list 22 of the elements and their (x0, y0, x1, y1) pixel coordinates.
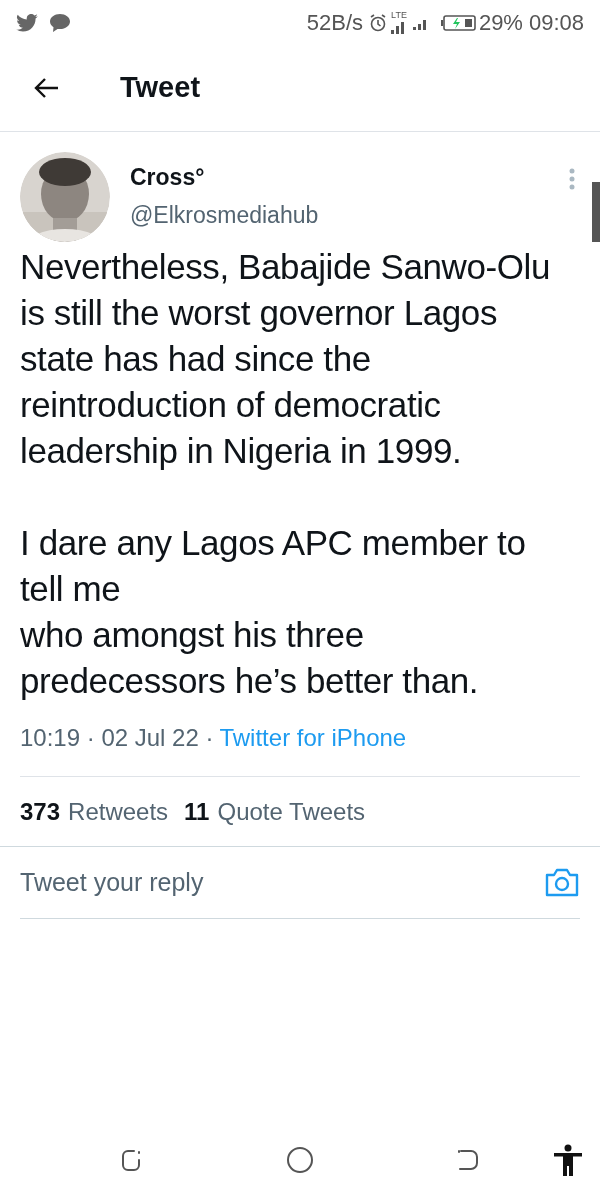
tweet-timestamp: 10:19 · 02 Jul 22 · (20, 723, 214, 753)
stat-count[interactable]: 373 (20, 793, 61, 830)
network-type: LTE (391, 11, 407, 20)
display-name[interactable]: Cross° (130, 162, 319, 192)
alarm-icon (369, 13, 388, 32)
home-button[interactable] (285, 1145, 315, 1175)
clock-time: 09:08 (528, 9, 584, 37)
signal-icon (391, 20, 405, 34)
accessibility-button[interactable] (553, 1143, 583, 1177)
bird-icon (16, 13, 38, 32)
tweet-text: Nevertheless, Babajide Sanwo-Olu is still the worst governor Lagos state has had since the reintroduction of democratic leadership in Nigeria in 1999. I dare any Lagos APC member to tell me who amongst his three predecessors he’s better than. (20, 246, 551, 702)
battery-icon (440, 14, 477, 31)
scroll-bar (592, 182, 600, 242)
page-title: Tweet (120, 70, 201, 106)
user-handle[interactable]: @Elkrosmediahub (130, 200, 319, 230)
stat-label[interactable]: Retweets (68, 793, 169, 830)
reply-field[interactable]: Tweet your reply (20, 863, 544, 902)
stat-label[interactable]: Quote Tweets (217, 793, 366, 830)
stat-count[interactable]: 11 (184, 793, 210, 830)
network-speed: 52B/s (306, 9, 364, 37)
battery-percent: 29% (478, 9, 523, 37)
chat-bubble-icon (50, 13, 70, 32)
